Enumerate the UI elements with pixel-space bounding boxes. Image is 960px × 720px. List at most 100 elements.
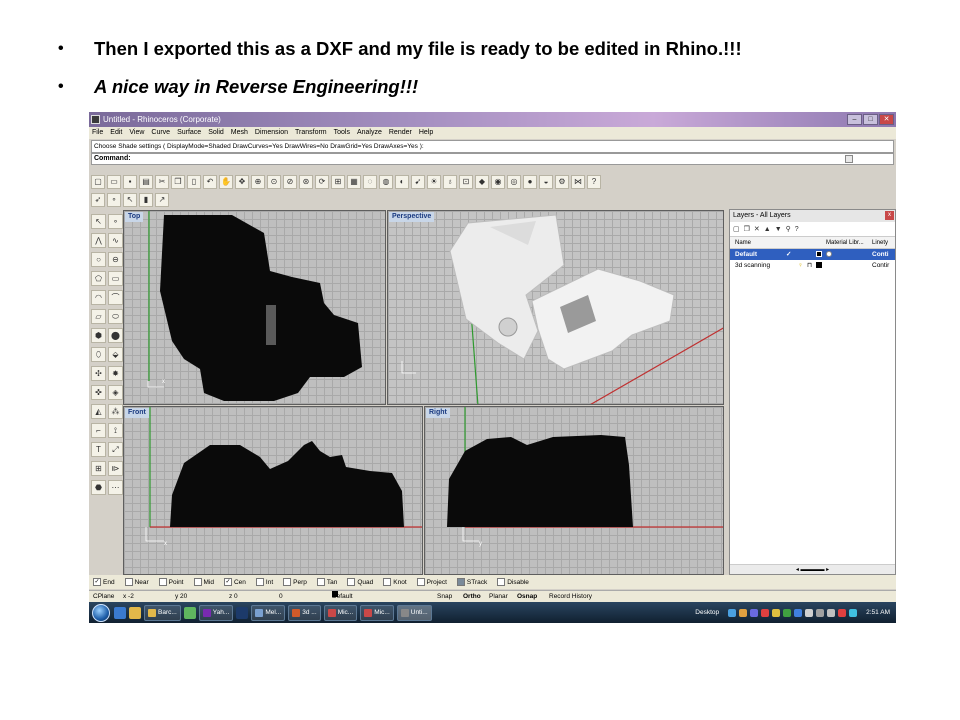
command-line[interactable]: Command: <box>91 153 894 165</box>
menu-file[interactable]: File <box>92 127 103 139</box>
tree-icon[interactable]: ⋈ <box>571 174 585 189</box>
options-icon[interactable]: ⚙ <box>555 174 569 189</box>
filter-icon[interactable]: ⚲ <box>786 225 791 233</box>
dots-icon[interactable]: ⋯ <box>108 480 123 495</box>
render-sphere-icon[interactable]: ● <box>523 174 537 189</box>
photoshop-icon[interactable] <box>236 606 249 619</box>
explode-icon[interactable]: ✸ <box>108 366 123 381</box>
new-file-icon[interactable]: ▢ <box>91 174 105 189</box>
viewport-title-right[interactable]: Right <box>426 408 450 418</box>
tray-icon[interactable] <box>728 608 737 617</box>
quicklaunch-ie-icon[interactable] <box>114 606 126 619</box>
polygon-icon[interactable]: ⬠ <box>91 271 106 286</box>
menu-dimension[interactable]: Dimension <box>255 127 288 139</box>
volume-icon[interactable] <box>827 608 836 617</box>
checkbox[interactable] <box>383 578 392 586</box>
trim-icon[interactable]: ⌐ <box>91 423 106 438</box>
osnap-cen[interactable]: ✓ Cen <box>223 578 246 586</box>
checkbox[interactable] <box>255 578 264 586</box>
split-icon[interactable]: ⟟ <box>108 423 123 438</box>
maximize-button[interactable]: □ <box>863 114 878 125</box>
lock-icon[interactable]: ⊡ <box>459 174 473 189</box>
task-rhino[interactable]: Unti... <box>396 604 432 621</box>
start-button[interactable] <box>92 603 110 622</box>
cut-icon[interactable]: ✂ <box>155 174 169 189</box>
tray-icon[interactable] <box>783 608 792 617</box>
array-icon[interactable]: ⊞ <box>91 461 106 476</box>
menu-solid[interactable]: Solid <box>208 127 224 139</box>
help-icon[interactable]: ? <box>587 174 601 189</box>
print-icon[interactable]: ▤ <box>139 174 153 189</box>
box-icon[interactable]: ⬢ <box>91 328 106 343</box>
checkbox[interactable] <box>316 578 325 586</box>
move-up-icon[interactable]: ▲ <box>764 226 771 233</box>
viewport-top[interactable]: Top x <box>123 210 386 405</box>
layer-color-swatch[interactable] <box>816 249 826 260</box>
checkbox[interactable] <box>347 578 356 586</box>
clock[interactable]: 2:51 AM <box>866 609 890 616</box>
viewport-perspective[interactable]: Perspective <box>387 210 724 405</box>
viewport-title-front[interactable]: Front <box>125 408 149 418</box>
move-view-icon[interactable]: ✥ <box>235 174 249 189</box>
tray-icon[interactable] <box>794 608 803 617</box>
osnap-strack[interactable]: STrack <box>456 578 487 586</box>
sphere-icon[interactable]: ⬤ <box>108 328 123 343</box>
paste-icon[interactable]: ▯ <box>187 174 201 189</box>
menu-transform[interactable]: Transform <box>295 127 327 139</box>
lightbulb-icon[interactable]: ♀ <box>798 260 807 271</box>
point-icon[interactable]: ∘ <box>107 193 121 207</box>
osnap-point[interactable]: Point <box>158 578 184 586</box>
arc-icon[interactable]: ◠ <box>91 290 106 305</box>
rectangle-icon[interactable]: ▭ <box>108 271 123 286</box>
messenger-icon[interactable] <box>183 606 196 619</box>
zoom-window-icon[interactable]: ⊙ <box>267 174 281 189</box>
surface-icon[interactable]: ▱ <box>91 309 106 324</box>
menu-curve[interactable]: Curve <box>151 127 170 139</box>
checkbox[interactable] <box>124 578 133 586</box>
layer-row-default[interactable]: Default ✓ Conti <box>730 249 895 260</box>
close-button[interactable]: ✕ <box>879 114 894 125</box>
osnap-tan[interactable]: Tan <box>316 578 337 586</box>
menu-tools[interactable]: Tools <box>334 127 350 139</box>
task-mic-1[interactable]: Mic... <box>323 604 358 621</box>
mesh-icon[interactable]: ⬙ <box>108 347 123 362</box>
bucket-icon[interactable]: ▮ <box>139 193 153 207</box>
current-layer-check[interactable] <box>786 260 798 271</box>
circle-icon[interactable]: ○ <box>91 252 106 267</box>
material-swatch[interactable] <box>826 249 872 260</box>
move-down-icon[interactable]: ▼ <box>775 226 782 233</box>
current-layer-check[interactable]: ✓ <box>786 249 798 260</box>
solid-icon[interactable]: ⬣ <box>91 480 106 495</box>
osnap-int[interactable]: Int <box>255 578 273 586</box>
menu-view[interactable]: View <box>129 127 144 139</box>
osnap-knot[interactable]: Knot <box>383 578 407 586</box>
checkbox-checked[interactable]: ✓ <box>223 578 232 586</box>
osnap-quad[interactable]: Quad <box>347 578 373 586</box>
shaded-icon[interactable]: ◍ <box>379 174 393 189</box>
layer-row-3d-scanning[interactable]: 3d scanning ♀ ⊓ Contir <box>730 260 895 271</box>
select-arrow-icon[interactable]: ➶ <box>91 193 105 207</box>
menu-help[interactable]: Help <box>419 127 433 139</box>
delete-layer-icon[interactable]: ✕ <box>754 225 760 233</box>
tray-icon[interactable] <box>805 608 814 617</box>
polyline-icon[interactable]: ⋀ <box>91 233 106 248</box>
boolean-icon[interactable]: ◈ <box>108 385 123 400</box>
properties-icon[interactable]: ◉ <box>491 174 505 189</box>
checkbox[interactable] <box>283 578 292 586</box>
select-tool-icon[interactable]: ↖ <box>91 214 106 229</box>
task-3d[interactable]: 3d ... <box>288 604 321 621</box>
checkbox[interactable] <box>416 578 425 586</box>
light-icon[interactable]: ☀ <box>427 174 441 189</box>
task-mic-2[interactable]: Mic... <box>360 604 394 621</box>
tray-icon[interactable] <box>750 608 759 617</box>
layers-horizontal-scrollbar[interactable]: ◂ ▬▬▬▬ ▸ <box>730 564 895 574</box>
zoom-extents-icon[interactable]: ⊘ <box>283 174 297 189</box>
checkbox[interactable] <box>158 578 167 586</box>
minimize-button[interactable]: – <box>847 114 862 125</box>
menu-mesh[interactable]: Mesh <box>231 127 248 139</box>
environment-icon[interactable]: ◒ <box>539 174 553 189</box>
rotate-view-icon[interactable]: ⟳ <box>315 174 329 189</box>
tray-icon[interactable] <box>849 608 858 617</box>
osnap-end[interactable]: ✓ End <box>93 578 115 586</box>
menu-analyze[interactable]: Analyze <box>357 127 382 139</box>
